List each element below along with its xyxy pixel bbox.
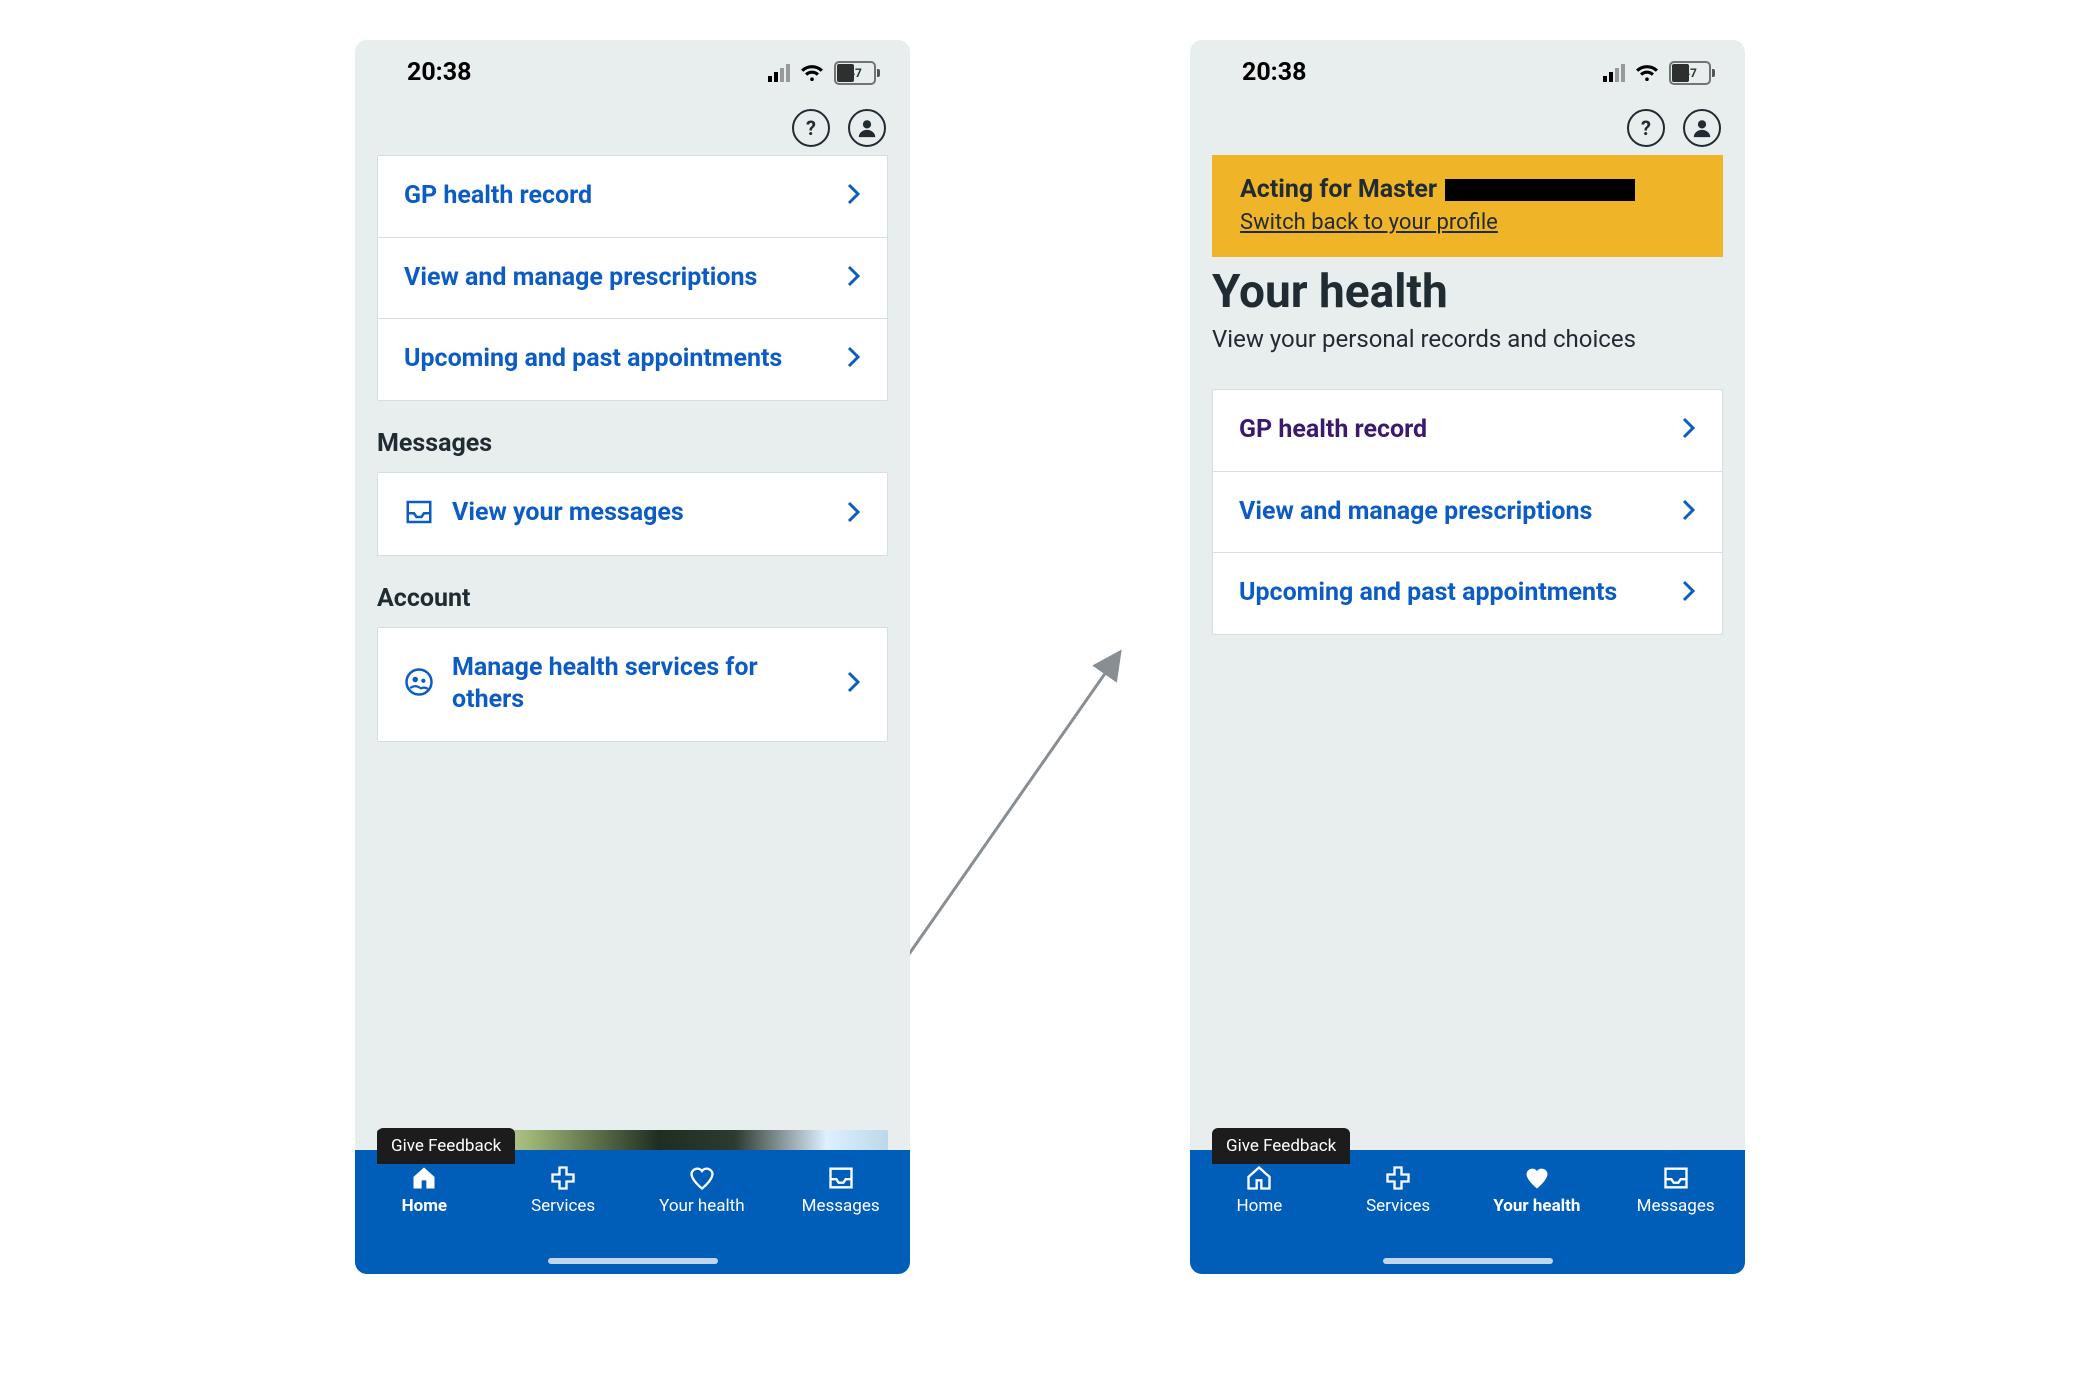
nav-messages[interactable]: Messages bbox=[771, 1164, 910, 1216]
battery-icon: 47 bbox=[1665, 61, 1715, 85]
heart-outline-icon bbox=[687, 1164, 717, 1192]
plus-icon bbox=[549, 1164, 577, 1192]
chevron-right-icon bbox=[847, 183, 861, 209]
people-icon bbox=[404, 667, 434, 701]
home-indicator bbox=[548, 1258, 718, 1264]
section-messages-title: Messages bbox=[377, 429, 888, 458]
link-manage-others[interactable]: Manage health services for others bbox=[378, 628, 887, 741]
home-icon bbox=[409, 1164, 439, 1192]
nav-your-health[interactable]: Your health bbox=[1468, 1164, 1607, 1216]
status-bar: 20:38 47 bbox=[355, 40, 910, 97]
wifi-icon bbox=[800, 64, 824, 82]
chevron-right-icon bbox=[1682, 580, 1696, 606]
link-gp-health-record[interactable]: GP health record bbox=[1213, 390, 1722, 471]
canvas: 20:38 47 ? GP bbox=[0, 0, 2100, 1400]
header-icons: ? bbox=[1190, 97, 1745, 155]
feedback-button[interactable]: Give Feedback bbox=[377, 1128, 515, 1164]
page-title: Your health bbox=[1212, 265, 1723, 319]
profile-icon[interactable] bbox=[848, 109, 886, 147]
help-icon[interactable]: ? bbox=[792, 109, 830, 147]
nav-your-health[interactable]: Your health bbox=[633, 1164, 772, 1216]
nav-home[interactable]: Home bbox=[355, 1164, 494, 1216]
phone-left: 20:38 47 ? GP bbox=[355, 40, 910, 1274]
phone-right: 20:38 47 ? Act bbox=[1190, 40, 1745, 1274]
link-prescriptions[interactable]: View and manage prescriptions bbox=[1213, 471, 1722, 553]
home-outline-icon bbox=[1244, 1164, 1274, 1192]
nav-messages[interactable]: Messages bbox=[1606, 1164, 1745, 1216]
status-time: 20:38 bbox=[407, 58, 471, 87]
chevron-right-icon bbox=[847, 346, 861, 372]
banner-prefix: Acting for Master bbox=[1240, 175, 1437, 204]
section-account-title: Account bbox=[377, 584, 888, 613]
link-appointments[interactable]: Upcoming and past appointments bbox=[1213, 552, 1722, 634]
proxy-banner: Acting for Master Switch back to your pr… bbox=[1212, 155, 1723, 257]
link-prescriptions[interactable]: View and manage prescriptions bbox=[378, 237, 887, 319]
help-icon[interactable]: ? bbox=[1627, 109, 1665, 147]
nav-services[interactable]: Services bbox=[494, 1164, 633, 1216]
signal-icon bbox=[768, 64, 794, 82]
chevron-right-icon bbox=[847, 671, 861, 697]
plus-icon bbox=[1384, 1164, 1412, 1192]
account-card: Manage health services for others bbox=[377, 627, 888, 742]
battery-icon: 47 bbox=[830, 61, 880, 85]
header-icons: ? bbox=[355, 97, 910, 155]
chevron-right-icon bbox=[847, 501, 861, 527]
inbox-icon bbox=[1662, 1164, 1690, 1192]
health-links-card: GP health record View and manage prescri… bbox=[377, 155, 888, 401]
status-icons: 47 bbox=[1603, 61, 1715, 85]
wifi-icon bbox=[1635, 64, 1659, 82]
heart-filled-icon bbox=[1522, 1164, 1552, 1192]
nav-home[interactable]: Home bbox=[1190, 1164, 1329, 1216]
chevron-right-icon bbox=[1682, 417, 1696, 443]
status-bar: 20:38 47 bbox=[1190, 40, 1745, 97]
inbox-icon bbox=[827, 1164, 855, 1192]
switch-profile-link[interactable]: Switch back to your profile bbox=[1240, 210, 1498, 235]
link-gp-health-record[interactable]: GP health record bbox=[378, 156, 887, 237]
chevron-right-icon bbox=[1682, 499, 1696, 525]
status-icons: 47 bbox=[768, 61, 880, 85]
feedback-button[interactable]: Give Feedback bbox=[1212, 1128, 1350, 1164]
redacted-name bbox=[1445, 179, 1635, 201]
chevron-right-icon bbox=[847, 265, 861, 291]
health-links-card: GP health record View and manage prescri… bbox=[1212, 389, 1723, 635]
page-subtitle: View your personal records and choices bbox=[1212, 325, 1723, 353]
bottom-nav: Home Services Your health Messages bbox=[1190, 1150, 1745, 1274]
messages-card: View your messages bbox=[377, 472, 888, 556]
inbox-icon bbox=[404, 497, 434, 531]
home-indicator bbox=[1383, 1258, 1553, 1264]
nav-services[interactable]: Services bbox=[1329, 1164, 1468, 1216]
link-appointments[interactable]: Upcoming and past appointments bbox=[378, 318, 887, 400]
link-messages[interactable]: View your messages bbox=[378, 473, 887, 555]
status-time: 20:38 bbox=[1242, 58, 1306, 87]
profile-icon[interactable] bbox=[1683, 109, 1721, 147]
bottom-nav: Home Services Your health Messages bbox=[355, 1150, 910, 1274]
signal-icon bbox=[1603, 64, 1629, 82]
